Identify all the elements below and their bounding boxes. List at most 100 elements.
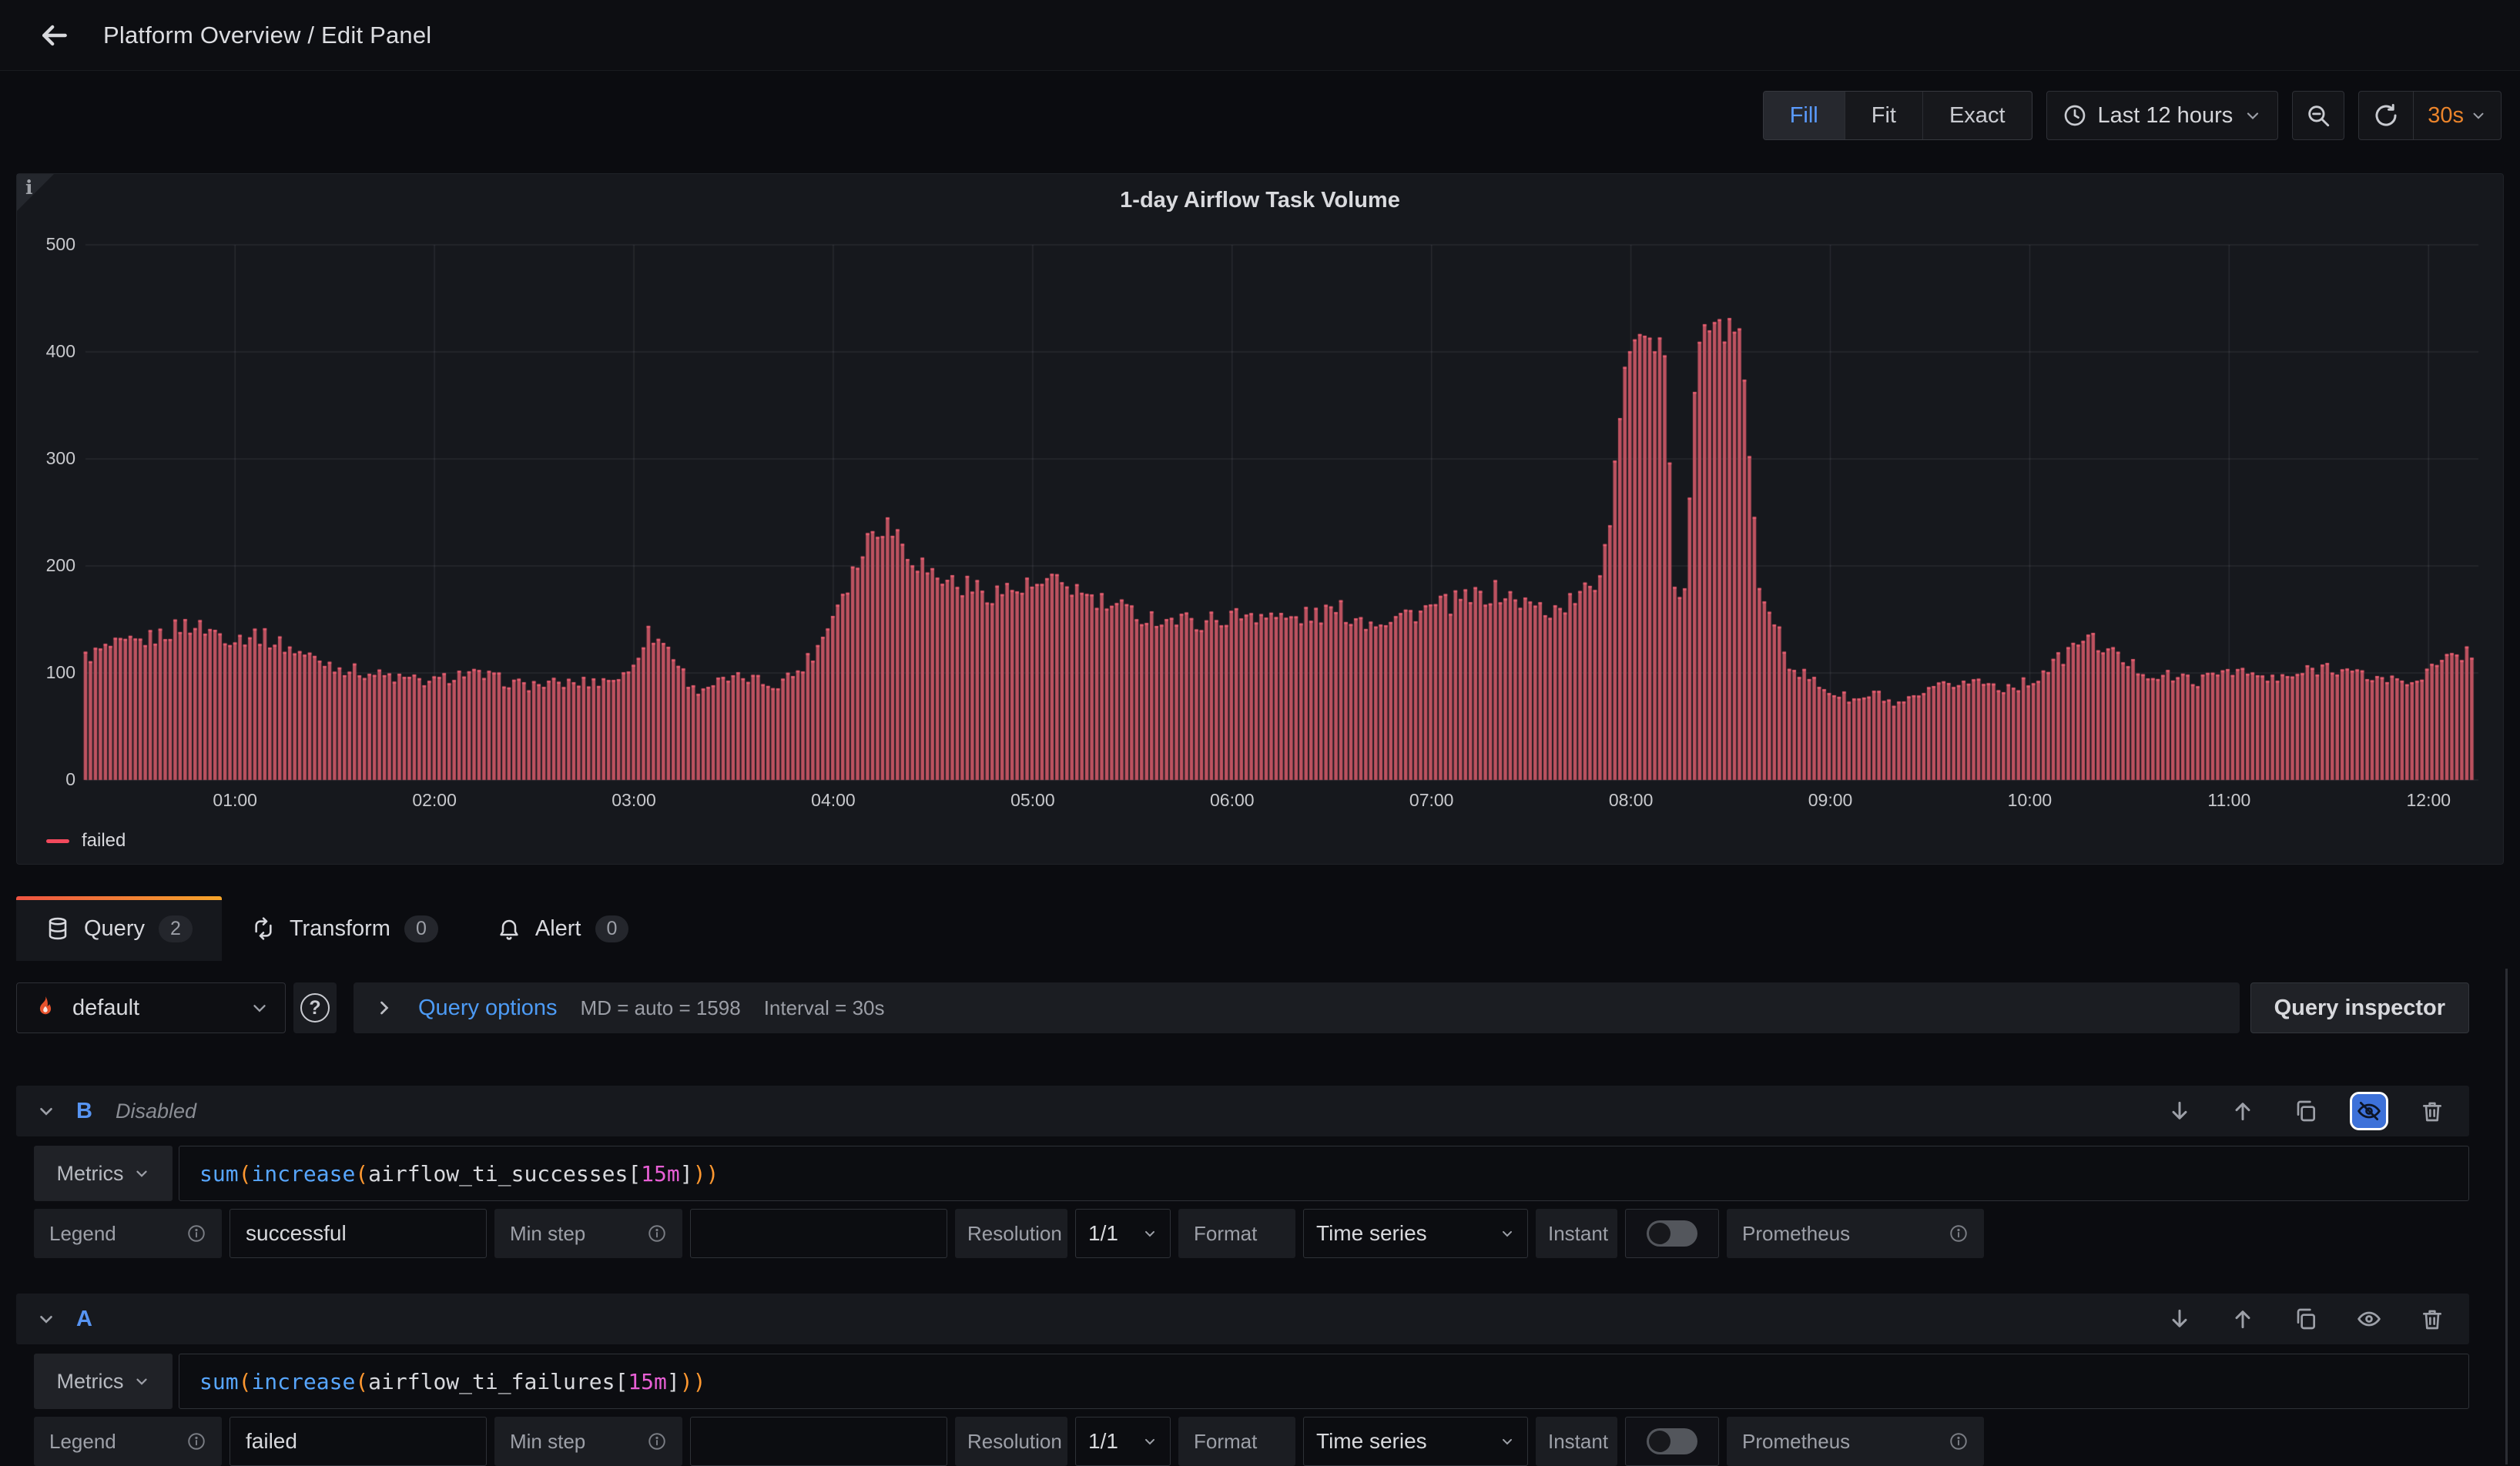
toggle-query-visibility-button[interactable] bbox=[2352, 1094, 2386, 1128]
duplicate-query-button[interactable] bbox=[2289, 1302, 2323, 1336]
move-query-down-button[interactable] bbox=[2163, 1302, 2197, 1336]
refresh-group: 30s bbox=[2358, 91, 2502, 140]
time-range-label: Last 12 hours bbox=[2098, 103, 2233, 129]
arrow-up-icon bbox=[2230, 1307, 2255, 1331]
transform-icon bbox=[251, 916, 276, 941]
resolution-label-text: Resolution bbox=[967, 1430, 1062, 1454]
time-range-picker[interactable]: Last 12 hours bbox=[2046, 91, 2279, 140]
legend-field-label: Legend bbox=[34, 1209, 222, 1258]
chevron-down-icon bbox=[250, 998, 270, 1018]
query-inspector-button[interactable]: Query inspector bbox=[2250, 982, 2469, 1033]
legend-input[interactable] bbox=[230, 1209, 487, 1258]
resolution-label-text: Resolution bbox=[967, 1222, 1062, 1246]
collapse-chevron-icon[interactable] bbox=[36, 1309, 56, 1329]
datasource-picker[interactable]: default bbox=[16, 982, 286, 1033]
delete-query-button[interactable] bbox=[2415, 1302, 2449, 1336]
refresh-interval-dropdown[interactable]: 30s bbox=[2413, 92, 2501, 139]
display-mode-fit[interactable]: Fit bbox=[1845, 92, 1922, 139]
chevron-right-icon bbox=[374, 997, 395, 1019]
tab-query[interactable]: Query 2 bbox=[16, 896, 222, 961]
resolution-field-label: Resolution bbox=[955, 1417, 1067, 1466]
toggle-track bbox=[1647, 1428, 1697, 1454]
tab-alert-label: Alert bbox=[535, 916, 581, 942]
query-b-options-row: Legend Min step Resolution 1 bbox=[34, 1209, 2469, 1258]
zoom-out-button[interactable] bbox=[2292, 91, 2344, 140]
min-step-input[interactable] bbox=[690, 1417, 947, 1466]
min-step-label-text: Min step bbox=[510, 1430, 585, 1454]
datasource-type-text: Prometheus bbox=[1742, 1222, 1850, 1246]
x-tick-label: 03:00 bbox=[588, 790, 680, 811]
query-options-link[interactable]: Query options bbox=[418, 996, 558, 1021]
collapse-chevron-icon[interactable] bbox=[36, 1101, 56, 1121]
scrollbar-track[interactable] bbox=[2505, 969, 2508, 1464]
instant-toggle[interactable] bbox=[1625, 1417, 1719, 1466]
legend-input[interactable] bbox=[230, 1417, 487, 1466]
legend-label: failed bbox=[82, 830, 126, 852]
display-mode-fill[interactable]: Fill bbox=[1764, 92, 1845, 139]
x-tick-label: 06:00 bbox=[1186, 790, 1278, 811]
query-options-bar: Query options MD = auto = 1598 Interval … bbox=[354, 982, 2240, 1033]
x-tick-label: 10:00 bbox=[1983, 790, 2076, 811]
tab-alert-count: 0 bbox=[595, 915, 629, 942]
format-field-label: Format bbox=[1178, 1209, 1295, 1258]
query-b-expression-row: Metrics sum(increase(airflow_ti_successe… bbox=[34, 1146, 2469, 1201]
datasource-type-text: Prometheus bbox=[1742, 1430, 1850, 1454]
info-circle-icon[interactable] bbox=[186, 1431, 206, 1451]
refresh-button[interactable] bbox=[2359, 92, 2413, 139]
x-tick-label: 04:00 bbox=[787, 790, 880, 811]
resolution-field-label: Resolution bbox=[955, 1209, 1067, 1258]
display-mode-exact[interactable]: Exact bbox=[1922, 92, 2032, 139]
info-circle-icon[interactable] bbox=[1949, 1223, 1969, 1243]
format-value: Time series bbox=[1316, 1221, 1427, 1246]
query-a-actions bbox=[2163, 1302, 2449, 1336]
query-b-header[interactable]: B Disabled bbox=[16, 1086, 2469, 1136]
metrics-dropdown[interactable]: Metrics bbox=[34, 1354, 173, 1409]
tab-transform-label: Transform bbox=[290, 916, 390, 942]
y-tick-label: 100 bbox=[17, 662, 75, 683]
info-circle-icon[interactable] bbox=[186, 1223, 206, 1243]
info-circle-icon[interactable] bbox=[647, 1223, 667, 1243]
promql-expression-input[interactable]: sum(increase(airflow_ti_successes[15m])) bbox=[179, 1146, 2469, 1201]
y-tick-label: 200 bbox=[17, 555, 75, 576]
arrow-down-icon bbox=[2167, 1099, 2192, 1123]
promql-expression-input[interactable]: sum(increase(airflow_ti_failures[15m])) bbox=[179, 1354, 2469, 1409]
toggle-knob bbox=[1649, 1223, 1671, 1244]
delete-query-button[interactable] bbox=[2415, 1094, 2449, 1128]
datasource-help-button[interactable]: ? bbox=[293, 982, 337, 1033]
info-circle-icon[interactable] bbox=[647, 1431, 667, 1451]
top-nav-bar: Platform Overview / Edit Panel bbox=[0, 0, 2520, 71]
resolution-select[interactable]: 1/1 bbox=[1075, 1417, 1171, 1466]
query-a-header[interactable]: A bbox=[16, 1294, 2469, 1344]
refresh-icon bbox=[2373, 102, 2399, 129]
format-select[interactable]: Time series bbox=[1303, 1209, 1528, 1258]
legend-color-dash bbox=[46, 839, 69, 843]
info-circle-icon[interactable] bbox=[1949, 1431, 1969, 1451]
instant-toggle[interactable] bbox=[1625, 1209, 1719, 1258]
min-step-input[interactable] bbox=[690, 1209, 947, 1258]
x-tick-label: 08:00 bbox=[1585, 790, 1677, 811]
x-tick-label: 05:00 bbox=[987, 790, 1079, 811]
move-query-up-button[interactable] bbox=[2226, 1302, 2260, 1336]
instant-label-text: Instant bbox=[1548, 1222, 1608, 1246]
duplicate-query-button[interactable] bbox=[2289, 1094, 2323, 1128]
query-row-a: A bbox=[16, 1294, 2469, 1466]
eye-icon bbox=[2357, 1307, 2381, 1331]
legend-label-text: Legend bbox=[49, 1430, 116, 1454]
query-a-options-row: Legend Min step Resolution 1 bbox=[34, 1417, 2469, 1466]
query-ref-letter: B bbox=[76, 1099, 92, 1124]
query-list: B Disabled bbox=[16, 1086, 2469, 1466]
move-query-down-button[interactable] bbox=[2163, 1094, 2197, 1128]
metrics-dropdown[interactable]: Metrics bbox=[34, 1146, 173, 1201]
chevron-down-icon bbox=[1500, 1226, 1515, 1241]
chart-canvas[interactable] bbox=[17, 174, 2505, 865]
format-select[interactable]: Time series bbox=[1303, 1417, 1528, 1466]
resolution-select[interactable]: 1/1 bbox=[1075, 1209, 1171, 1258]
tab-alert[interactable]: Alert 0 bbox=[467, 896, 658, 961]
legend-item-failed[interactable]: failed bbox=[46, 830, 126, 852]
move-query-up-button[interactable] bbox=[2226, 1094, 2260, 1128]
toggle-query-visibility-button[interactable] bbox=[2352, 1302, 2386, 1336]
resolution-value: 1/1 bbox=[1088, 1221, 1118, 1246]
query-disabled-badge: Disabled bbox=[116, 1100, 196, 1123]
tab-transform[interactable]: Transform 0 bbox=[222, 896, 467, 961]
back-button[interactable] bbox=[35, 17, 72, 54]
